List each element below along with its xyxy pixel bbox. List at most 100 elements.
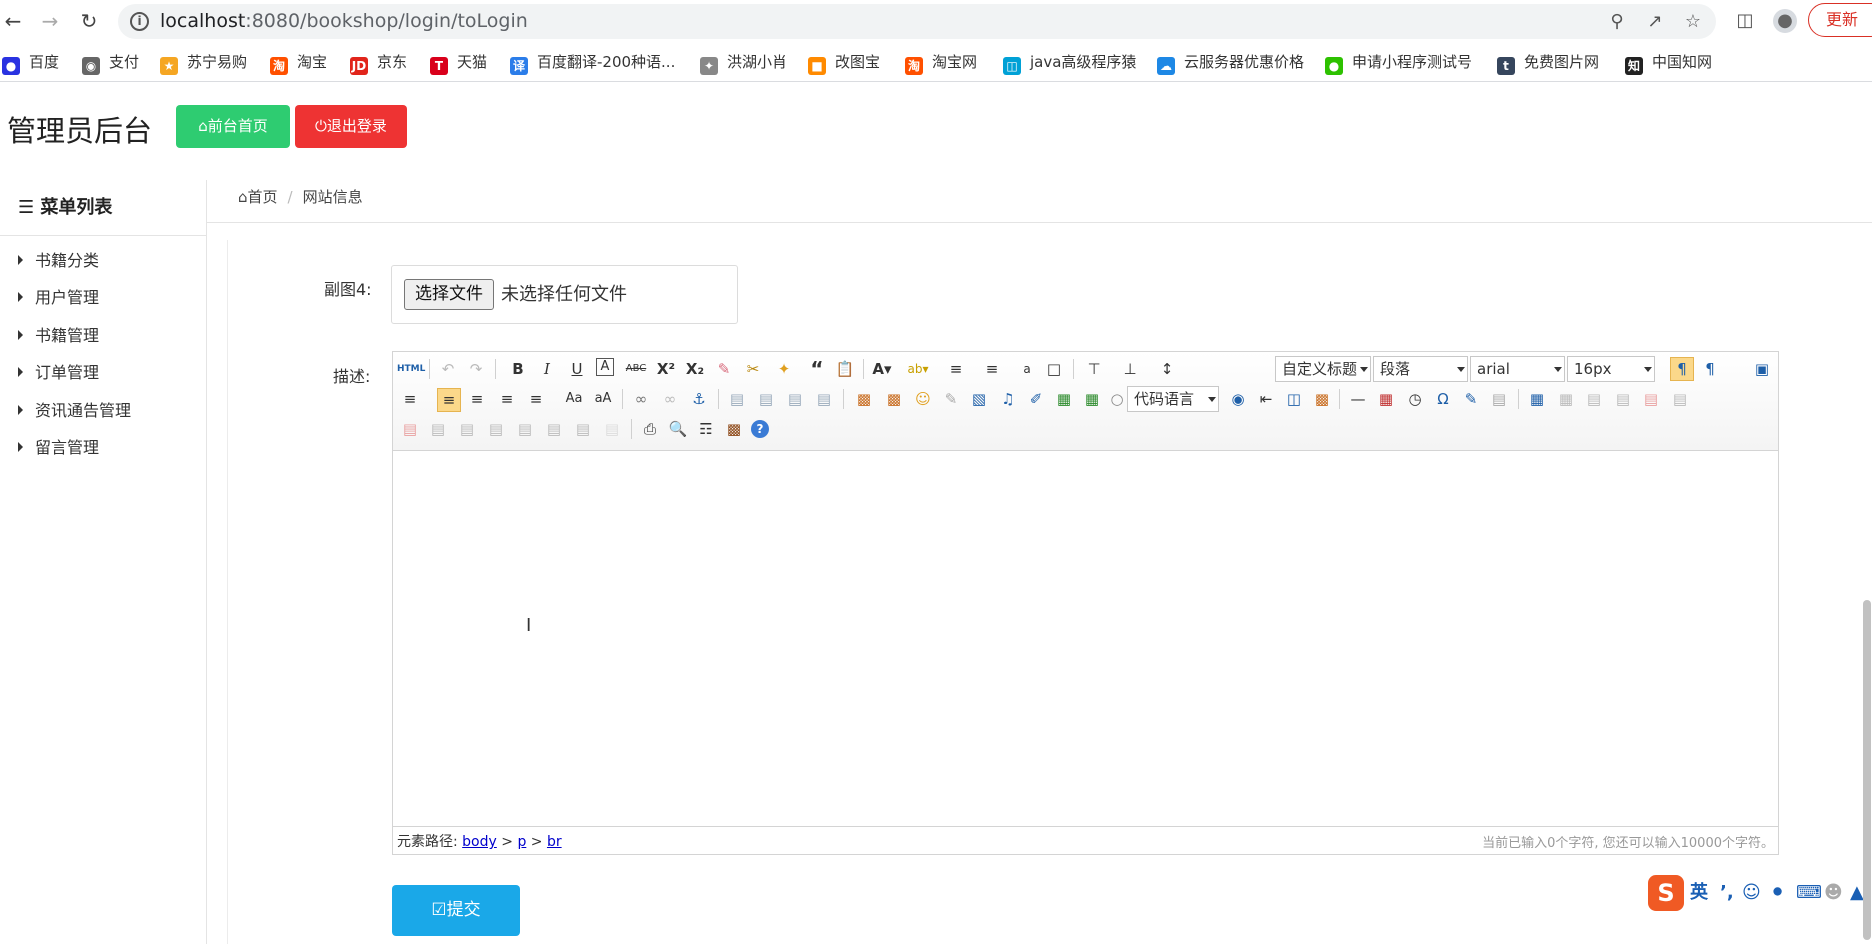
html-source-icon[interactable]: HTML (397, 358, 425, 380)
bookmark-item[interactable]: ● 申请小程序测试号 (1325, 50, 1472, 75)
font-family-select[interactable]: arial (1470, 356, 1565, 382)
bookmark-item[interactable]: 译百度翻译-200种语... (510, 50, 675, 75)
merge-right-icon[interactable]: ▤ (456, 418, 478, 440)
star-icon[interactable]: ☆ (1682, 11, 1704, 33)
insert-paragraph-before-table-icon[interactable]: ▤ (1583, 388, 1605, 410)
frontend-home-button[interactable]: ⌂前台首页 (176, 105, 290, 148)
font-size-select[interactable]: 16px (1567, 356, 1655, 382)
font-border-icon[interactable]: A (596, 358, 614, 376)
delete-table-icon[interactable]: ▦ (1555, 388, 1577, 410)
background-color-icon[interactable]: ab▾ (907, 358, 929, 380)
ordered-list-icon[interactable]: ≡ (945, 358, 967, 380)
pagebreak-icon[interactable]: ⇤ (1255, 388, 1277, 410)
preview-icon[interactable]: 🔍 (667, 418, 689, 440)
touppercase-icon[interactable]: Aa (563, 388, 585, 410)
web-app-icon[interactable]: ◉ (1227, 388, 1249, 410)
align-center-icon[interactable]: ≡ (466, 388, 488, 410)
align-right-icon[interactable]: ≡ (496, 388, 518, 410)
delete-row-icon[interactable]: ▤ (1640, 388, 1662, 410)
microphone-icon[interactable]: ⚫ (1770, 883, 1785, 903)
sidebar-item-news-management[interactable]: 资讯通告管理 (18, 399, 131, 423)
submit-button[interactable]: ☑提交 (392, 885, 520, 936)
drafts-icon[interactable]: ☶ (695, 418, 717, 440)
paste-icon[interactable]: ▩ (723, 418, 745, 440)
address-bar[interactable]: i localhost:8080/bookshop/login/toLogin … (118, 4, 1716, 39)
insert-col-icon[interactable]: ▤ (1669, 388, 1691, 410)
update-button[interactable]: 更新 (1808, 3, 1872, 37)
punctuation-icon[interactable]: ’, (1720, 883, 1734, 903)
blockquote-icon[interactable]: “ (806, 358, 828, 380)
align-justify-icon[interactable]: ≡ (525, 388, 547, 410)
share-icon[interactable]: ↗ (1644, 11, 1666, 33)
format-painter-icon[interactable]: ✂ (742, 358, 764, 380)
bookmark-item[interactable]: 知中国知网 (1625, 50, 1712, 75)
clear-doc-icon[interactable]: □ (1043, 358, 1065, 380)
scrawl-icon[interactable]: ✎ (940, 388, 962, 410)
special-char-icon[interactable]: Ω (1432, 388, 1454, 410)
template-icon[interactable]: ◫ (1283, 388, 1305, 410)
horizontal-rule-icon[interactable]: — (1347, 388, 1369, 410)
snapscreen-icon[interactable]: ▤ (1488, 388, 1510, 410)
path-br-link[interactable]: br (547, 834, 562, 850)
reload-icon[interactable]: ↻ (76, 8, 102, 34)
side-panel-icon[interactable]: ◫ (1733, 9, 1757, 33)
breadcrumb-home[interactable]: 首页 (248, 188, 278, 206)
path-body-link[interactable]: body (462, 834, 497, 850)
bookmark-item[interactable]: t 免费图片网 (1497, 50, 1599, 75)
bookmark-item[interactable]: ★ 苏宁易购 (160, 50, 247, 75)
undo-icon[interactable]: ↶ (437, 358, 459, 380)
logout-button[interactable]: ⏻退出登录 (295, 105, 407, 148)
image-right-icon[interactable]: ▤ (784, 388, 806, 410)
help-icon[interactable]: ? (751, 420, 769, 438)
row-spacing-bottom-icon[interactable]: ⊥ (1119, 358, 1141, 380)
split-to-rows-icon[interactable]: ▤ (543, 418, 565, 440)
simple-upload-icon[interactable]: ▩ (853, 388, 875, 410)
sogou-logo-icon[interactable]: S (1648, 875, 1684, 911)
indent-icon[interactable]: ≡ (399, 388, 421, 410)
attachment-icon[interactable]: ✐ (1025, 388, 1047, 410)
scrollbar-thumb[interactable] (1863, 600, 1871, 940)
print-icon[interactable]: ⎙ (639, 418, 661, 440)
ime-language-toggle[interactable]: 英 (1690, 883, 1708, 903)
image-left-icon[interactable]: ▤ (755, 388, 777, 410)
unordered-list-icon[interactable]: ≡ (981, 358, 1003, 380)
path-p-link[interactable]: p (517, 834, 526, 850)
subscript-icon[interactable]: X₂ (684, 358, 706, 380)
link-icon[interactable]: ∞ (630, 388, 652, 410)
rtl-direction-icon[interactable]: ¶ (1699, 358, 1721, 380)
bookmark-item[interactable]: ● 百度 (2, 50, 59, 75)
sidebar-item-message-management[interactable]: 留言管理 (18, 436, 99, 460)
date-icon[interactable]: ▦ (1375, 388, 1397, 410)
autotypeset-icon[interactable]: ✦ (773, 358, 795, 380)
image-center-icon[interactable]: ▤ (813, 388, 835, 410)
map-icon[interactable]: ▦ (1053, 388, 1075, 410)
forward-arrow-icon[interactable]: → (37, 8, 63, 34)
insert-row-icon[interactable]: ▤ (1612, 388, 1634, 410)
bold-icon[interactable]: B (507, 358, 529, 380)
insert-image-icon[interactable]: ▩ (883, 388, 905, 410)
site-info-icon[interactable]: i (130, 12, 149, 31)
align-left-icon[interactable]: ≡ (437, 388, 461, 412)
tolowercase-icon[interactable]: aA (592, 388, 614, 410)
paragraph-select[interactable]: 段落 (1373, 356, 1468, 382)
bookmark-item[interactable]: T 天猫 (430, 50, 487, 75)
insert-table-icon[interactable]: ▦ (1526, 388, 1548, 410)
profile-avatar-icon[interactable]: ● (1773, 9, 1797, 33)
image4-file-input[interactable]: 选择文件 未选择任何文件 (391, 265, 738, 324)
split-to-cells-icon[interactable]: ▤ (514, 418, 536, 440)
superscript-icon[interactable]: X² (655, 358, 677, 380)
url-text[interactable]: localhost:8080/bookshop/login/toLogin (160, 4, 528, 39)
bookmark-item[interactable]: ✦ 洪湖小肖 (700, 50, 787, 75)
emotion-icon[interactable]: ☺ (912, 388, 934, 410)
italic-icon[interactable]: I (536, 358, 558, 380)
back-arrow-icon[interactable]: ← (0, 8, 26, 34)
sidebar-item-book-management[interactable]: 书籍管理 (18, 324, 99, 348)
sidebar-item-user-management[interactable]: 用户管理 (18, 286, 99, 310)
bookmark-item[interactable]: JD 京东 (350, 50, 407, 75)
insert-frame-icon[interactable]: ○ (1106, 388, 1128, 410)
bookmark-item[interactable]: ■ 改图宝 (808, 50, 880, 75)
sidebar-item-book-category[interactable]: 书籍分类 (18, 249, 99, 273)
redo-icon[interactable]: ↷ (465, 358, 487, 380)
emoji-icon[interactable]: ☺ (1742, 883, 1761, 903)
line-height-icon[interactable]: ↕ (1156, 358, 1178, 380)
